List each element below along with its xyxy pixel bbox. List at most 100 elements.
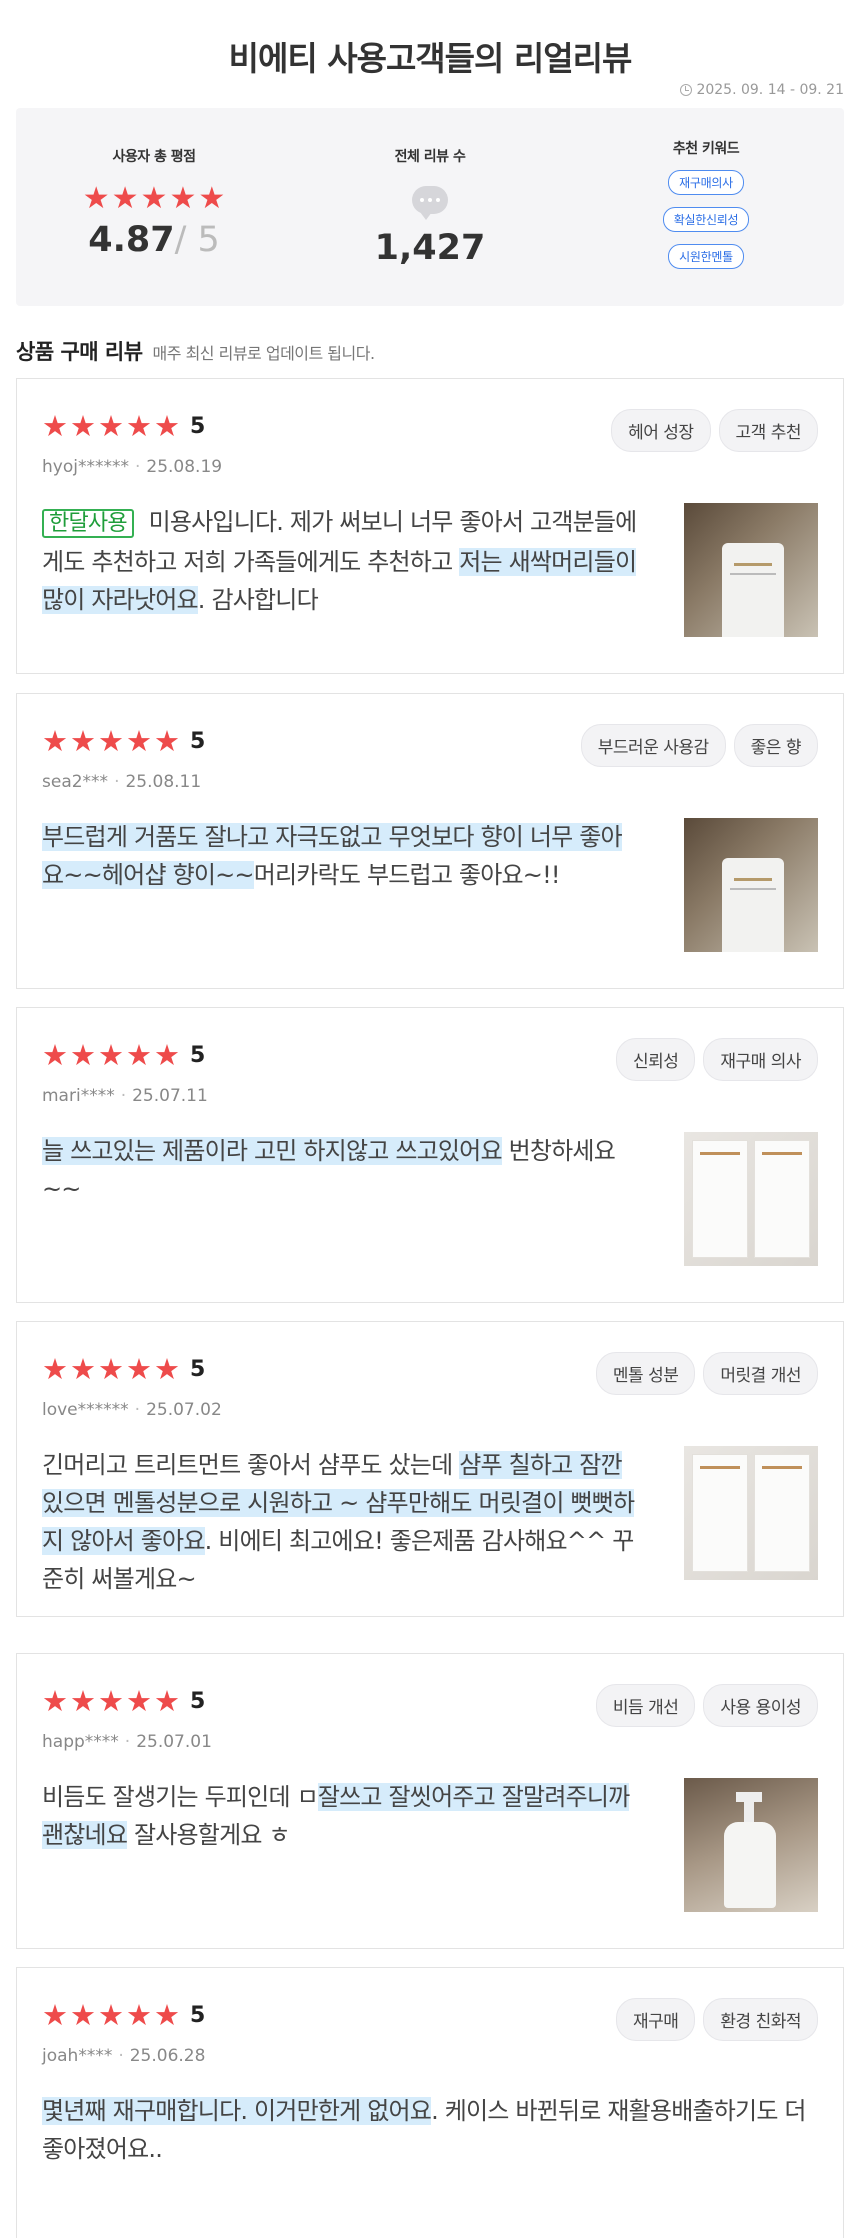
meta-separator: · <box>118 2046 124 2066</box>
review-meta: sea2*** · 25.08.11 <box>42 772 201 792</box>
star-icon: ★ <box>98 409 124 443</box>
review-meta: joah**** · 25.06.28 <box>42 2046 205 2066</box>
star-icon: ★ <box>154 1684 180 1718</box>
star-icon: ★ <box>154 724 180 758</box>
review-user: love****** <box>42 1400 129 1420</box>
star-icon: ★ <box>126 1038 152 1072</box>
review-meta: hyoj****** · 25.08.19 <box>42 457 222 477</box>
review-tags: 비듬 개선 사용 용이성 <box>595 1684 818 1727</box>
star-icon: ★ <box>140 181 168 216</box>
review-tags: 부드러운 사용감 좋은 향 <box>580 724 818 767</box>
usage-period-badge: 한달사용 <box>42 509 134 538</box>
shampoo-bottle-photo <box>684 818 818 952</box>
review-page: 비에티 사용고객들의 리얼리뷰 2025. 09. 14 - 09. 21 사용… <box>0 0 860 2238</box>
review-user: mari**** <box>42 1086 115 1106</box>
review-text: 한달사용 미용사입니다. 제가 써보니 너무 좋아서 고객분들에게도 추천하고 … <box>42 503 642 619</box>
shampoo-box-photo <box>684 1132 818 1266</box>
star-icon: ★ <box>98 1998 124 2032</box>
review-photo[interactable] <box>684 1778 818 1912</box>
review-meta: happ**** · 25.07.01 <box>42 1732 212 1752</box>
review-card: ★ ★ ★ ★ ★ 5 love****** · 25.07.02 멘톨 성분 머릿결 개선 긴머리고… <box>16 1321 844 1617</box>
review-tags: 재구매 환경 친화적 <box>615 1998 818 2041</box>
star-icon: ★ <box>126 1998 152 2032</box>
star-icon: ★ <box>126 1684 152 1718</box>
date-range: 2025. 09. 14 - 09. 21 <box>680 82 844 98</box>
star-icon: ★ <box>126 409 152 443</box>
star-icon: ★ <box>42 724 68 758</box>
overall-rating-score: 4.87/ 5 <box>88 220 220 260</box>
clock-icon <box>680 84 693 96</box>
review-user: happ**** <box>42 1732 119 1752</box>
review-tag[interactable]: 좋은 향 <box>733 724 818 767</box>
section-title: 상품 구매 리뷰 <box>16 340 143 364</box>
review-meta: mari**** · 25.07.11 <box>42 1086 208 1106</box>
keyword-pill[interactable]: 재구매의사 <box>668 170 744 195</box>
review-score: 5 <box>190 1688 206 1714</box>
review-photo[interactable] <box>684 818 818 952</box>
meta-separator: · <box>134 457 141 477</box>
review-rating: ★ ★ ★ ★ ★ 5 <box>42 1354 205 1384</box>
review-tag[interactable]: 재구매 의사 <box>703 1038 818 1081</box>
review-text: 부드럽게 거품도 잘나고 자극도없고 무엇보다 향이 너무 좋아요~~헤어샵 향… <box>42 818 642 894</box>
star-icon: ★ <box>70 1352 96 1386</box>
total-reviews-label: 전체 리뷰 수 <box>394 149 466 165</box>
review-text: 긴머리고 트리트먼트 좋아서 샴푸도 샀는데 샴푸 칠하고 잠깐 있으면 멘톨성… <box>42 1446 642 1598</box>
review-date: 25.07.02 <box>146 1400 222 1420</box>
star-icon: ★ <box>98 724 124 758</box>
date-range-text: 2025. 09. 14 - 09. 21 <box>696 82 844 98</box>
review-photo[interactable] <box>684 503 818 637</box>
review-score: 5 <box>190 1356 206 1382</box>
meta-separator: · <box>114 772 120 792</box>
review-tag[interactable]: 비듬 개선 <box>595 1684 696 1727</box>
star-icon: ★ <box>198 181 226 216</box>
review-tags: 신뢰성 재구매 의사 <box>615 1038 818 1081</box>
keyword-pill[interactable]: 시원한멘톨 <box>668 244 744 269</box>
shampoo-pump-photo <box>684 1778 818 1912</box>
overall-rating-value: 4.87 <box>88 220 175 260</box>
overall-rating-label: 사용자 총 평점 <box>112 149 196 165</box>
review-tag[interactable]: 사용 용이성 <box>703 1684 818 1727</box>
review-card: ★ ★ ★ ★ ★ 5 happ**** · 25.07.01 비듬 개선 사용 용이성 비듬도 잘생… <box>16 1653 844 1949</box>
star-icon: ★ <box>42 1684 68 1718</box>
review-tag[interactable]: 머릿결 개선 <box>703 1352 818 1395</box>
review-card: ★ ★ ★ ★ ★ 5 sea2*** · 25.08.11 부드러운 사용감 좋은 향 부드럽게 거… <box>16 693 844 989</box>
total-reviews: 전체 리뷰 수 1,427 <box>292 108 568 306</box>
review-photo[interactable] <box>684 1446 818 1580</box>
review-text-part: . 감사합니다 <box>197 586 319 614</box>
star-icon: ★ <box>154 1998 180 2032</box>
star-icon: ★ <box>82 181 110 216</box>
review-text-part: 머리카락도 부드럽고 좋아요~!! <box>253 861 561 889</box>
review-photo[interactable] <box>684 1132 818 1266</box>
review-tag[interactable]: 재구매 <box>615 1998 696 2041</box>
meta-separator: · <box>120 1086 127 1106</box>
meta-separator: · <box>134 1400 141 1420</box>
review-text-part: 비듬도 잘생기는 두피인데 ㅁ <box>42 1783 319 1811</box>
star-icon: ★ <box>42 1038 68 1072</box>
review-tag[interactable]: 헤어 성장 <box>611 409 711 452</box>
star-icon: ★ <box>42 409 68 443</box>
review-user: hyoj****** <box>42 457 129 477</box>
review-score: 5 <box>190 2002 206 2028</box>
review-rating: ★ ★ ★ ★ ★ 5 <box>42 2000 205 2030</box>
review-card: ★ ★ ★ ★ ★ 5 mari**** · 25.07.11 신뢰성 재구매 의사 늘 쓰고있는 제… <box>16 1007 844 1303</box>
review-text: 늘 쓰고있는 제품이라 고민 하지않고 쓰고있어요 번창하세요 ~~ <box>42 1132 642 1208</box>
review-text: 비듬도 잘생기는 두피인데 ㅁ잘쓰고 잘씻어주고 잘말려주니까 괜찮네요 잘사용… <box>42 1778 642 1854</box>
review-text-part: 긴머리고 트리트먼트 좋아서 샴푸도 샀는데 <box>42 1451 460 1479</box>
review-meta: love****** · 25.07.02 <box>42 1400 222 1420</box>
star-icon: ★ <box>98 1684 124 1718</box>
review-rating: ★ ★ ★ ★ ★ 5 <box>42 1686 205 1716</box>
overall-rating-stars: ★ ★ ★ ★ ★ <box>83 184 226 214</box>
review-tag[interactable]: 신뢰성 <box>615 1038 696 1081</box>
review-tag[interactable]: 고객 추천 <box>718 409 818 452</box>
review-tag[interactable]: 환경 친화적 <box>703 1998 818 2041</box>
highlighted-text: 몇년째 재구매합니다. 이거만한게 없어요 <box>42 2097 432 2125</box>
review-date: 25.08.11 <box>125 772 202 792</box>
star-icon: ★ <box>70 409 96 443</box>
review-tag[interactable]: 부드러운 사용감 <box>580 724 726 767</box>
review-tag[interactable]: 멘톨 성분 <box>595 1352 696 1395</box>
keyword-list: 재구매의사 확실한신뢰성 시원한멘톨 <box>662 170 750 269</box>
keyword-pill[interactable]: 확실한신뢰성 <box>662 207 750 232</box>
review-card: ★ ★ ★ ★ ★ 5 hyoj****** · 25.08.19 헤어 성장 고객 추천 한달사용 … <box>16 378 844 674</box>
star-icon: ★ <box>70 1998 96 2032</box>
review-card: ★ ★ ★ ★ ★ 5 joah**** · 25.06.28 재구매 환경 친화적 몇년째 재구매합… <box>16 1967 844 2238</box>
